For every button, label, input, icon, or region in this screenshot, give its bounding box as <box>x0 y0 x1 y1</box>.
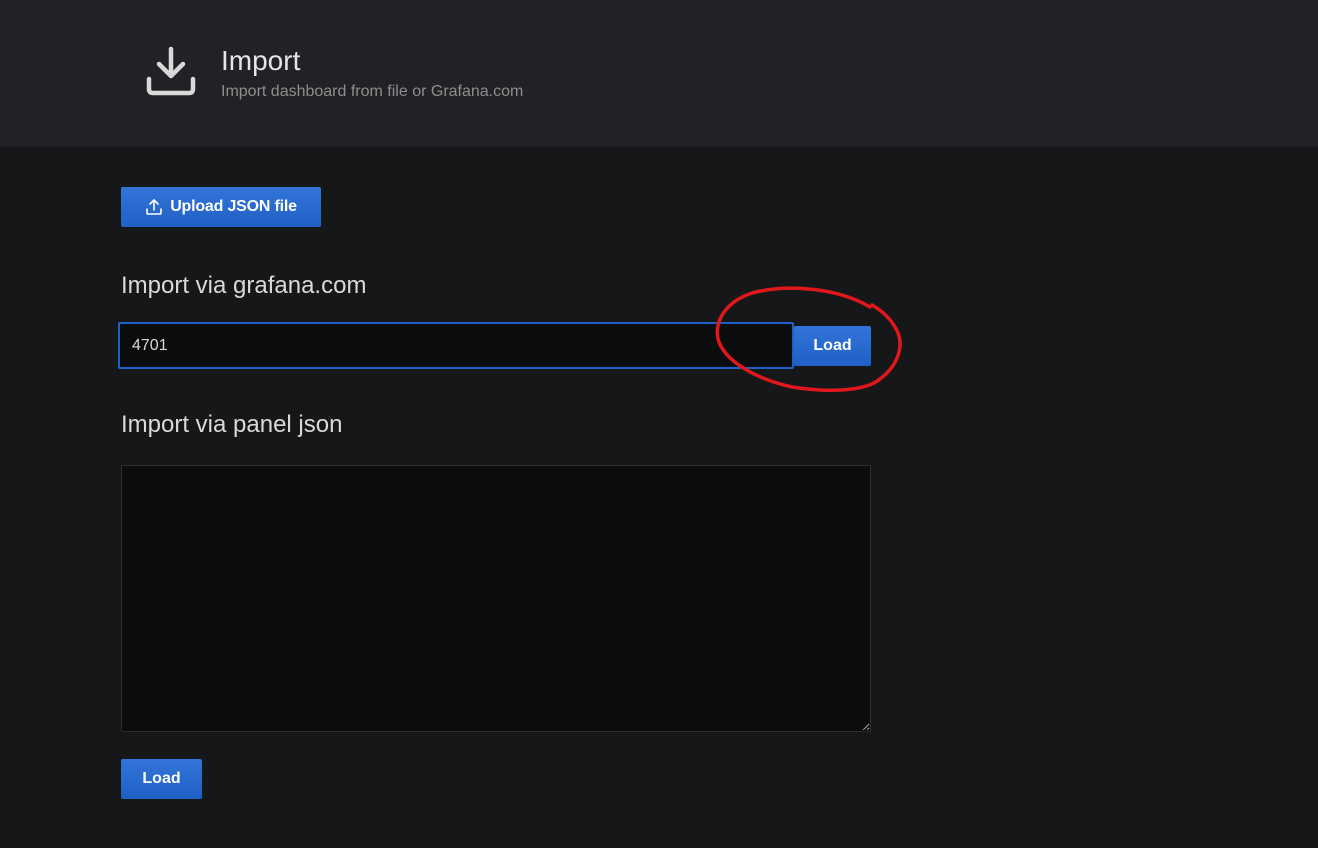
grafana-com-load-button[interactable]: Load <box>794 326 871 366</box>
panel-json-textarea[interactable] <box>121 465 871 732</box>
download-icon <box>146 46 196 96</box>
upload-icon <box>146 199 162 215</box>
page-subtitle: Import dashboard from file or Grafana.co… <box>221 83 524 100</box>
grafana-com-section-title: Import via grafana.com <box>121 272 367 299</box>
page-title: Import <box>221 45 301 76</box>
upload-json-button[interactable]: Upload JSON file <box>121 187 321 227</box>
page-header: Import Import dashboard from file or Gra… <box>0 0 1318 147</box>
panel-json-section-title: Import via panel json <box>121 411 343 438</box>
upload-json-label: Upload JSON file <box>170 198 297 215</box>
panel-json-load-button[interactable]: Load <box>121 759 202 799</box>
grafana-com-id-input[interactable] <box>118 322 794 369</box>
